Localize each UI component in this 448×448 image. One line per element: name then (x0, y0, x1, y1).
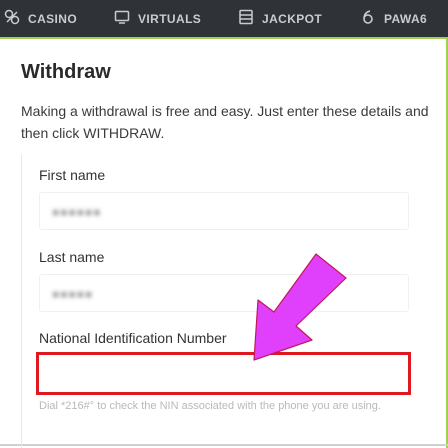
top-navigation: CASINO VIRTUALS JACKPOT PAWA6 (0, 0, 448, 37)
nin-label: National Identification Number (39, 330, 227, 346)
page-intro-text: Making a withdrawal is free and easy. Ju… (21, 103, 429, 141)
nav-label: PAWA6 (384, 11, 428, 26)
nav-item-casino[interactable]: CASINO (4, 0, 77, 37)
last-name-value: ●●●●● (52, 287, 94, 301)
nav-item-jackpot[interactable]: JACKPOT (238, 0, 322, 37)
nav-item-pawa6[interactable]: PAWA6 (360, 0, 427, 37)
nav-label: VIRTUALS (138, 11, 202, 26)
nav-label: CASINO (28, 11, 78, 26)
last-name-field[interactable]: ●●●●● (39, 274, 409, 312)
first-name-value: ●●●●●● (52, 205, 102, 219)
nav-item-virtuals[interactable]: VIRTUALS (114, 0, 201, 37)
pawa6-icon (360, 9, 384, 28)
first-name-field[interactable]: ●●●●●● (39, 192, 409, 230)
nav-label: JACKPOT (262, 11, 323, 26)
virtuals-icon (114, 9, 138, 28)
page-title: Withdraw (21, 61, 111, 83)
first-name-label: First name (39, 167, 106, 183)
nav-accent-line (0, 37, 448, 39)
jackpot-icon (238, 9, 262, 28)
nin-hint-text: Dial *216#° to check the NIN associated … (39, 400, 381, 412)
last-name-label: Last name (39, 249, 105, 265)
nin-input[interactable] (36, 352, 411, 395)
casino-icon (4, 9, 28, 28)
